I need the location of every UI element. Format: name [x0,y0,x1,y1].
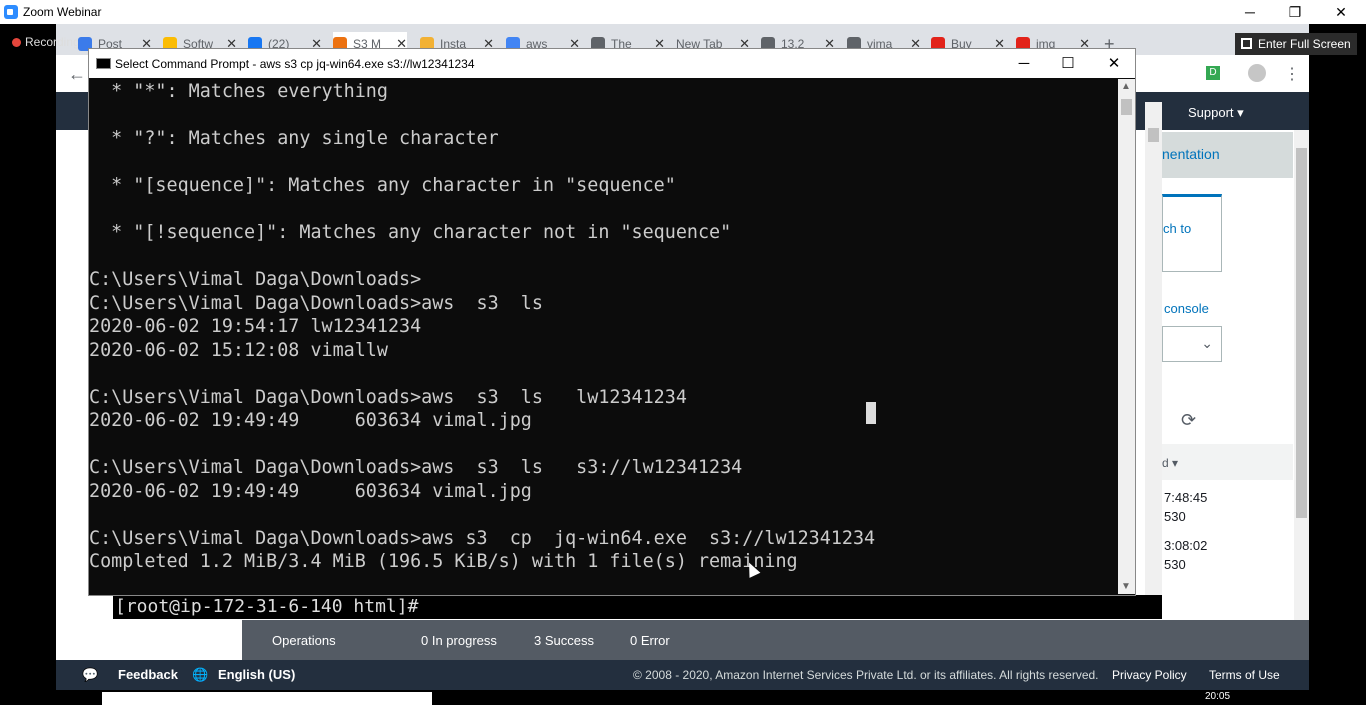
console-line: * "*": Matches everything [89,81,388,102]
documentation-banner: nentation [1162,132,1293,178]
table-header[interactable]: d ▾ [1162,444,1293,480]
feedback-link[interactable]: Feedback [118,667,178,682]
switch-panel: ch to [1162,194,1222,272]
cmd-window-title: Select Command Prompt - aws s3 cp jq-win… [115,57,475,71]
scrollbar-thumb[interactable] [1121,99,1132,115]
scrollbar-thumb[interactable] [1296,148,1307,518]
maximize-button[interactable]: ❐ [1280,2,1310,22]
error-count[interactable]: 0 Error [630,633,670,648]
sort-column-label: d ▾ [1162,456,1179,470]
chevron-down-icon: ⌄ [1201,335,1213,351]
console-line: 2020-06-02 15:12:08 vimallw [89,339,388,361]
console-line: * "[!sequence]": Matches any character n… [89,222,732,243]
scroll-up-icon[interactable]: ▲ [1121,81,1131,92]
region-select[interactable]: ⌄ [1162,326,1222,362]
cmd-title-bar[interactable]: Select Command Prompt - aws s3 cp jq-win… [89,49,1135,78]
operations-bar: Operations 0 In progress 3 Success 0 Err… [242,620,1309,660]
in-progress-count[interactable]: 0 In progress [421,633,497,648]
console-line: 2020-06-02 19:49:49 603634 vimal.jpg [89,480,532,502]
command-prompt-window[interactable]: Select Command Prompt - aws s3 cp jq-win… [88,48,1136,596]
cmd-scrollbar[interactable]: ▲ ▼ [1118,79,1135,594]
support-menu[interactable]: Support ▾ [1188,105,1244,121]
aws-footer: 💬 Feedback 🌐 English (US) © 2008 - 2020,… [56,660,1309,690]
zoom-window-title: Zoom Webinar [23,5,102,19]
privacy-policy-link[interactable]: Privacy Policy [1112,668,1187,682]
success-count[interactable]: 3 Success [534,633,594,648]
console-line: C:\Users\Vimal Daga\Downloads>aws s3 ls … [89,457,743,478]
row-size: 530 [1164,557,1186,572]
scrollbar-thumb[interactable] [1148,128,1159,142]
close-button[interactable]: ✕ [1326,2,1356,22]
zoom-icon [4,5,18,19]
minimize-button[interactable]: ─ [1235,2,1265,22]
operations-label[interactable]: Operations [272,633,336,648]
console-line: C:\Users\Vimal Daga\Downloads>aws s3 cp … [89,527,876,549]
ssh-terminal-prompt[interactable]: [root@ip-172-31-6-140 html]# [113,595,1162,619]
menu-icon[interactable]: ⋮ [1284,64,1300,84]
console-line: * "?": Matches any single character [89,128,499,149]
taskbar-search-input[interactable] [102,692,432,705]
back-arrow-icon[interactable]: ← [68,64,86,85]
enter-full-screen-button[interactable]: Enter Full Screen [1235,33,1357,55]
cmd-close-button[interactable]: ✕ [1099,53,1129,75]
avatar[interactable] [1248,64,1266,82]
console-line: C:\Users\Vimal Daga\Downloads>aws s3 ls [89,292,543,314]
fullscreen-label: Enter Full Screen [1258,37,1351,51]
windows-taskbar: 20:05 [56,690,1309,705]
terms-of-use-link[interactable]: Terms of Use [1209,668,1280,682]
row-size: 530 [1164,509,1186,524]
row-time: 3:08:02 [1164,538,1208,553]
scroll-down-icon[interactable]: ▼ [1121,581,1131,592]
console-link[interactable]: console [1164,301,1209,316]
language-selector[interactable]: English (US) [218,667,295,682]
console-line: * "[sequence]": Matches any character in… [89,175,676,196]
row-time: 7:48:45 [1164,490,1208,505]
cmd-maximize-button[interactable]: ☐ [1053,53,1083,75]
feedback-icon: 💬 [82,667,99,682]
cmd-console-output[interactable]: * "*": Matches everything * "?": Matches… [89,79,1119,594]
fullscreen-icon [1241,38,1252,49]
text-cursor [866,402,876,424]
globe-icon: 🌐 [192,667,209,682]
extension-icon[interactable]: D [1206,66,1220,80]
console-line: 2020-06-02 19:49:49 603634 vimal.jpg [89,410,532,431]
console-line: C:\Users\Vimal Daga\Downloads>aws s3 ls … [89,386,687,408]
copyright-text: © 2008 - 2020, Amazon Internet Services … [633,668,1099,682]
terminal-scrollbar[interactable] [1145,102,1162,619]
console-line: Completed 1.2 MiB/3.4 MiB (196.5 KiB/s) … [89,551,798,572]
switch-link[interactable]: ch to [1163,221,1191,236]
page-scrollbar[interactable] [1294,130,1309,620]
documentation-link[interactable]: nentation [1162,146,1220,162]
taskbar-clock: 20:05 [1205,691,1231,702]
console-line: C:\Users\Vimal Daga\Downloads> [89,269,422,290]
refresh-icon[interactable]: ⟳ [1181,410,1196,431]
console-line: 2020-06-02 19:54:17 lw12341234 [89,316,422,337]
cmd-icon [96,58,111,69]
cmd-minimize-button[interactable]: ─ [1009,53,1039,75]
zoom-title-bar: Zoom Webinar ─ ❐ ✕ [0,0,1366,24]
